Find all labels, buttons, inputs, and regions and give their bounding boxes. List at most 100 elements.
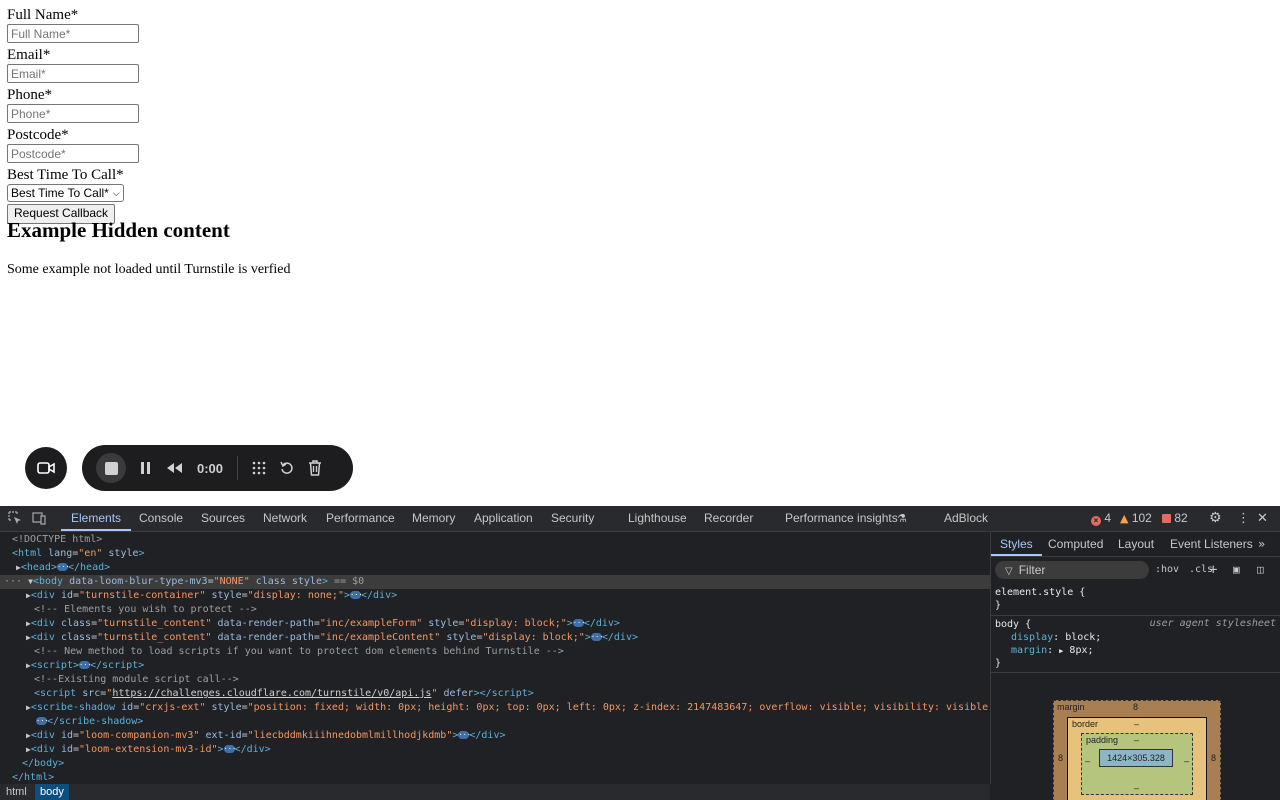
phone-input[interactable] [7,104,139,123]
add-rule-icon[interactable]: + [1209,561,1217,579]
tab-event-listeners[interactable]: Event Listeners [1170,532,1253,556]
dom-line-loom-extension[interactable]: ▶<div id="loom-extension-mv3-id">···</di… [0,743,990,757]
dom-line-comment-protect[interactable]: <!-- Elements you wish to protect --> [0,603,990,617]
flask-icon: ⚗ [897,512,907,525]
dom-line-script-src[interactable]: <script src="https://challenges.cloudfla… [0,687,990,701]
callback-form: Full Name* Email* Phone* Postcode* Best … [7,6,139,224]
dom-tree: <!DOCTYPE html> <html lang="en" style> ▶… [0,532,991,784]
best-time-select-value: Best Time To Call* [11,186,109,200]
dom-line-loom-companion[interactable]: ▶<div id="loom-companion-mv3" ext-id="li… [0,729,990,743]
issues-count-value: 82 [1174,511,1188,525]
breadcrumb-body[interactable]: body [35,784,69,800]
camera-toggle-button[interactable] [25,447,67,489]
more-tabs-icon[interactable]: » [1258,532,1265,556]
device-toolbar-icon[interactable] [32,511,46,525]
tab-layout[interactable]: Layout [1118,532,1154,556]
dom-line-html[interactable]: <html lang="en" style> [0,547,990,561]
body-rule-selector[interactable]: body { [995,618,1031,632]
pause-icon[interactable] [140,461,152,475]
devtools-panel: Elements Console Sources Network Perform… [0,506,1280,800]
dom-line-example-form[interactable]: ▶<div class="turnstile_content" data-ren… [0,617,990,631]
tab-network[interactable]: Network [263,506,307,531]
warning-icon: ▲ [1120,512,1129,525]
box-model-content[interactable]: 1424×305.328 [1099,749,1173,767]
phone-label: Phone* [7,87,52,103]
full-name-input[interactable] [7,24,139,43]
warning-count[interactable]: ▲ 102 [1120,506,1152,531]
filter-icon: ▽ [1005,566,1013,577]
element-style-rule[interactable]: element.style { [995,586,1085,600]
dom-line-script[interactable]: ▶<script>···</script> [0,659,990,673]
dom-line-example-content[interactable]: ▶<div class="turnstile_content" data-ren… [0,631,990,645]
full-name-label: Full Name* [7,7,79,23]
tab-memory[interactable]: Memory [412,506,455,531]
separator [237,456,239,480]
tab-lighthouse[interactable]: Lighthouse [628,506,687,531]
grid-dots-icon[interactable] [252,461,266,475]
video-camera-icon [37,462,55,474]
error-icon: × [1091,516,1101,526]
recording-controls: 0:00 [82,445,353,491]
tab-elements[interactable]: Elements [61,506,132,531]
issues-icon [1162,514,1171,523]
email-input[interactable] [7,64,139,83]
issues-count[interactable]: 82 [1162,506,1188,531]
hidden-content-title: Example Hidden content [7,218,230,242]
element-style-close: } [995,600,1002,611]
inspect-element-icon[interactable] [8,511,22,525]
tab-sources[interactable]: Sources [201,506,245,531]
styles-pane: Styles Computed Layout Event Listeners »… [991,532,1280,800]
dom-line-doctype[interactable]: <!DOCTYPE html> [0,533,990,547]
trash-icon[interactable] [308,460,322,476]
gear-icon[interactable]: ⚙ [1209,506,1222,531]
close-icon[interactable]: ✕ [1257,506,1268,531]
margin-declaration[interactable]: margin: ▶ 8px; [1011,644,1094,658]
tab-adblock[interactable]: AdBlock [944,506,988,531]
display-declaration[interactable]: display: block; [1011,631,1101,645]
tab-recorder[interactable]: Recorder [704,506,753,531]
breadcrumb-html[interactable]: html [1,784,32,800]
error-count-value: 4 [1104,511,1112,525]
stop-icon [104,461,118,475]
dom-line-scribe-shadow-close[interactable]: ···</scribe-shadow> [0,715,990,729]
best-time-label: Best Time To Call* [7,167,124,183]
rewind-icon[interactable] [166,462,184,474]
tab-application[interactable]: Application [474,506,533,531]
dom-line-scribe-shadow[interactable]: ▶<scribe-shadow id="crxjs-ext" style="po… [0,701,990,715]
dom-line-html-close[interactable]: </html> [0,771,990,784]
tab-console[interactable]: Console [139,506,183,531]
stop-recording-button[interactable] [96,453,126,483]
hidden-content-text: Some example not loaded until Turnstile … [7,262,291,277]
body-rule-close: } [995,658,1002,669]
dom-line-comment-existing[interactable]: <!--Existing module script call--> [0,673,990,687]
user-agent-label: user agent stylesheet [1149,618,1276,629]
breadcrumb: html body [0,784,990,800]
styles-filter-input[interactable]: ▽ Filter [995,561,1149,579]
postcode-label: Postcode* [7,127,69,143]
more-options-icon[interactable]: ⋮ [1237,506,1250,531]
tab-security[interactable]: Security [551,506,594,531]
chevron-down-icon: ⌵ [112,187,120,198]
restart-icon[interactable] [280,461,294,475]
postcode-input[interactable] [7,144,139,163]
tab-styles[interactable]: Styles [991,532,1042,556]
recording-timer: 0:00 [197,460,224,476]
paint-icon[interactable]: ▣ [1233,561,1240,579]
styles-tabbar: Styles Computed Layout Event Listeners » [991,532,1280,557]
divider [991,615,1280,616]
tab-performance-insights[interactable]: Performance insights [785,506,898,531]
dom-line-turnstile-container[interactable]: ▶<div id="turnstile-container" style="di… [0,589,990,603]
best-time-select[interactable]: Best Time To Call* ⌵ [7,184,124,202]
sidebar-toggle-icon[interactable]: ◫ [1257,561,1264,579]
dom-line-head[interactable]: ▶<head>···</head> [0,561,990,575]
divider [991,672,1280,673]
web-page: Full Name* Email* Phone* Postcode* Best … [0,0,1280,506]
tab-computed[interactable]: Computed [1048,532,1103,556]
dom-line-comment-new-method[interactable]: <!-- New method to load scripts if you w… [0,645,990,659]
dom-line-body[interactable]: ··· ▼<body data-loom-blur-type-mv3="NONE… [0,575,990,589]
hov-toggle[interactable]: :hov [1155,561,1179,579]
tab-performance[interactable]: Performance [326,506,395,531]
email-label: Email* [7,47,51,63]
error-count[interactable]: × 4 [1091,506,1111,531]
dom-line-body-close[interactable]: </body> [0,757,990,771]
